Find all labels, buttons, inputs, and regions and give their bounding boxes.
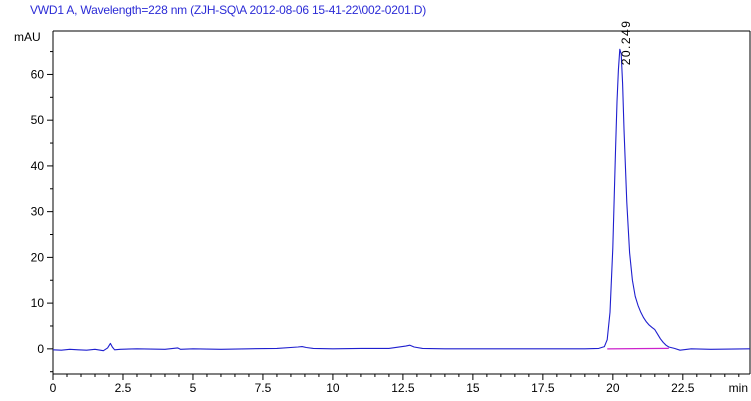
chromatogram-plot: mAU 0 10 20 30 40 50 60 0 2.5 5 7.5 10 12.5 15 17.5 20 22…	[14, 20, 751, 395]
x-axis-label: min	[729, 381, 748, 395]
x-tick-label: 10	[326, 381, 340, 395]
y-tick-label: 0	[37, 342, 44, 356]
x-tick-label: 0	[50, 381, 57, 395]
x-tick-label: 15	[466, 381, 480, 395]
x-tick-label: 12.5	[391, 381, 415, 395]
chromatogram-chart: VWD1 A, Wavelength=228 nm (ZJH-SQ\A 2012…	[0, 0, 751, 401]
y-tick-label: 40	[31, 159, 45, 173]
y-tick-label: 60	[31, 67, 45, 81]
y-tick-label: 10	[31, 296, 45, 310]
x-tick-label: 2.5	[115, 381, 132, 395]
x-tick-label: 20	[606, 381, 620, 395]
y-tick-label: 50	[31, 113, 45, 127]
x-tick-label: 22.5	[671, 381, 695, 395]
chromatogram-trace	[52, 48, 751, 352]
x-tick-label: 5	[190, 381, 197, 395]
y-tick-label: 20	[31, 250, 45, 264]
x-tick-label: 7.5	[255, 381, 272, 395]
x-tick-label: 17.5	[531, 381, 555, 395]
y-tick-label: 30	[31, 205, 45, 219]
y-axis-label: mAU	[14, 30, 41, 44]
peak-retention-time-label: 20.249	[619, 20, 633, 66]
